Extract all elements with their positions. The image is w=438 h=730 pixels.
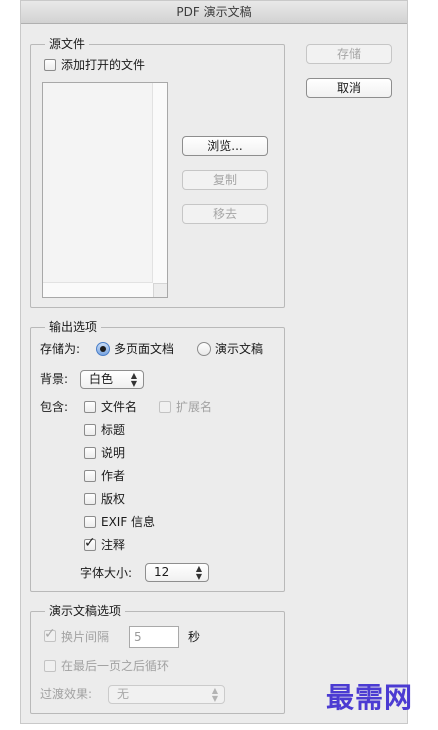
copyright-label: 版权: [101, 492, 126, 506]
extension-checkbox[interactable]: [159, 401, 171, 413]
advance-every-label: 换片间隔: [61, 630, 110, 644]
description-label: 说明: [101, 446, 126, 460]
notes-checkbox[interactable]: ✓: [84, 535, 96, 551]
background-select[interactable]: 白色 ▲ ▼: [80, 370, 144, 389]
exif-checkbox[interactable]: [84, 516, 96, 528]
background-label: 背景:: [40, 372, 69, 386]
add-open-files-label: 添加打开的文件: [61, 58, 146, 72]
file-list-vertical-scrollbar[interactable]: [152, 83, 167, 283]
cancel-button[interactable]: 取消: [306, 78, 392, 98]
include-label: 包含:: [40, 400, 69, 414]
source-files-legend: 源文件: [45, 36, 90, 52]
advance-seconds-field[interactable]: 5: [129, 626, 179, 648]
multipage-document-radio[interactable]: [96, 342, 110, 356]
title-checkbox[interactable]: [84, 424, 96, 436]
presentation-options-legend: 演示文稿选项: [45, 603, 126, 619]
output-options-group: 输出选项: [30, 319, 285, 592]
output-options-legend: 输出选项: [45, 319, 102, 335]
duplicate-button[interactable]: 复制: [182, 170, 268, 190]
filename-checkbox[interactable]: [84, 401, 96, 413]
transition-select[interactable]: 无 ▲ ▼: [108, 685, 225, 704]
notes-label: 注释: [101, 538, 126, 552]
presentation-label: 演示文稿: [215, 342, 264, 356]
remove-button[interactable]: 移去: [182, 204, 268, 224]
loop-after-last-page-checkbox[interactable]: [44, 660, 56, 672]
background-value: 白色: [89, 372, 114, 386]
transition-label: 过渡效果:: [40, 687, 93, 701]
pdf-presentation-dialog: PDF 演示文稿 存储 取消 源文件 添加打开的文件 浏览... 复制 移去 输…: [20, 0, 408, 724]
source-file-list[interactable]: [42, 82, 168, 298]
font-size-value: 12: [154, 565, 170, 579]
add-open-files-checkbox[interactable]: [44, 59, 56, 71]
window-title: PDF 演示文稿: [21, 1, 407, 24]
description-checkbox[interactable]: [84, 447, 96, 459]
seconds-unit-label: 秒: [188, 630, 201, 644]
extension-label: 扩展名: [176, 400, 213, 414]
radio-selected-dot: [100, 346, 106, 352]
up-down-arrows-icon: ▲ ▼: [211, 686, 218, 703]
scrollbar-corner: [153, 283, 167, 297]
loop-after-last-page-label: 在最后一页之后循环: [61, 659, 170, 673]
advance-every-checkbox[interactable]: ✓: [44, 626, 56, 642]
multipage-document-label: 多页面文档: [114, 342, 175, 356]
copyright-checkbox[interactable]: [84, 493, 96, 505]
title-label: 标题: [101, 423, 126, 437]
author-label: 作者: [101, 469, 126, 483]
browse-button[interactable]: 浏览...: [182, 136, 268, 156]
exif-label: EXIF 信息: [101, 515, 156, 529]
file-list-horizontal-scrollbar[interactable]: [43, 282, 153, 297]
font-size-label: 字体大小:: [80, 566, 133, 580]
presentation-radio[interactable]: [197, 342, 211, 356]
save-button[interactable]: 存储: [306, 44, 392, 64]
transition-value: 无: [117, 687, 130, 701]
site-watermark: 最需网: [326, 681, 414, 714]
checkmark-icon: ✓: [84, 535, 96, 551]
checkmark-icon: ✓: [44, 626, 56, 642]
font-size-select[interactable]: 12 ▲ ▼: [145, 563, 209, 582]
up-down-arrows-icon: ▲ ▼: [195, 564, 202, 581]
up-down-arrows-icon: ▲ ▼: [130, 371, 137, 388]
filename-label: 文件名: [101, 400, 138, 414]
author-checkbox[interactable]: [84, 470, 96, 482]
save-as-label: 存储为:: [40, 342, 81, 356]
